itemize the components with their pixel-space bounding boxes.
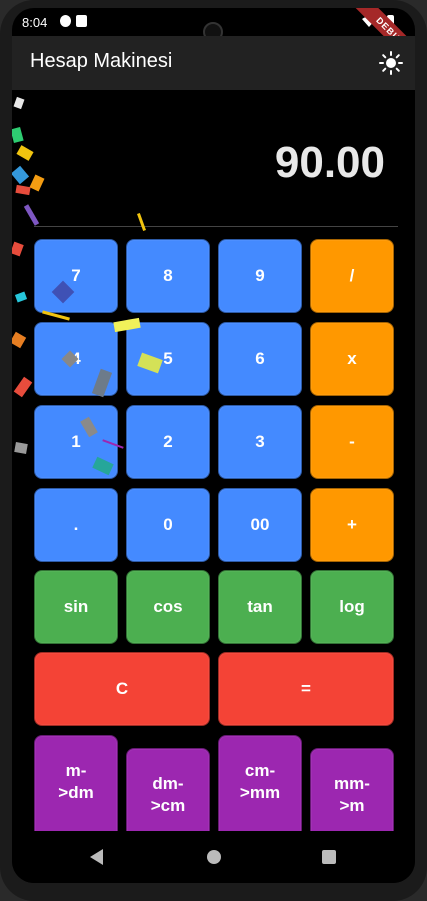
status-time: 8:04 — [22, 15, 48, 30]
navigation-bar — [12, 831, 415, 883]
key-equals[interactable]: = — [218, 652, 394, 726]
key-6[interactable]: 6 — [218, 322, 302, 396]
recents-icon[interactable] — [322, 850, 336, 864]
app-bar: Hesap Makinesi — [12, 36, 415, 90]
key-3[interactable]: 3 — [218, 405, 302, 479]
key-tan[interactable]: tan — [218, 570, 302, 644]
key-cos[interactable]: cos — [126, 570, 210, 644]
key-8[interactable]: 8 — [126, 239, 210, 313]
key-subtract[interactable]: - — [310, 405, 394, 479]
notification-icon — [60, 15, 71, 27]
back-icon[interactable] — [90, 849, 104, 865]
key-m-to-dm[interactable]: m->dm — [34, 735, 118, 845]
key-2[interactable]: 2 — [126, 405, 210, 479]
key-00[interactable]: 00 — [218, 488, 302, 562]
key-log[interactable]: log — [310, 570, 394, 644]
phone-frame: 8:04 DEBUG Hesap Makinesi 90.00 7 8 9 / … — [0, 0, 427, 901]
sun-icon[interactable] — [379, 51, 403, 75]
key-9[interactable]: 9 — [218, 239, 302, 313]
key-multiply[interactable]: x — [310, 322, 394, 396]
key-divide[interactable]: / — [310, 239, 394, 313]
key-cm-to-mm[interactable]: cm->mm — [218, 735, 302, 845]
key-add[interactable]: + — [310, 488, 394, 562]
home-icon[interactable] — [206, 849, 222, 865]
sd-card-icon — [76, 15, 87, 27]
key-sin[interactable]: sin — [34, 570, 118, 644]
app-title: Hesap Makinesi — [30, 50, 173, 72]
key-7[interactable]: 7 — [34, 239, 118, 313]
key-0[interactable]: 0 — [126, 488, 210, 562]
key-clear[interactable]: C — [34, 652, 210, 726]
key-decimal[interactable]: . — [34, 488, 118, 562]
result-display: 90.00 — [274, 138, 385, 187]
display-divider — [34, 226, 398, 227]
screen: 8:04 DEBUG Hesap Makinesi 90.00 7 8 9 / … — [12, 8, 415, 883]
